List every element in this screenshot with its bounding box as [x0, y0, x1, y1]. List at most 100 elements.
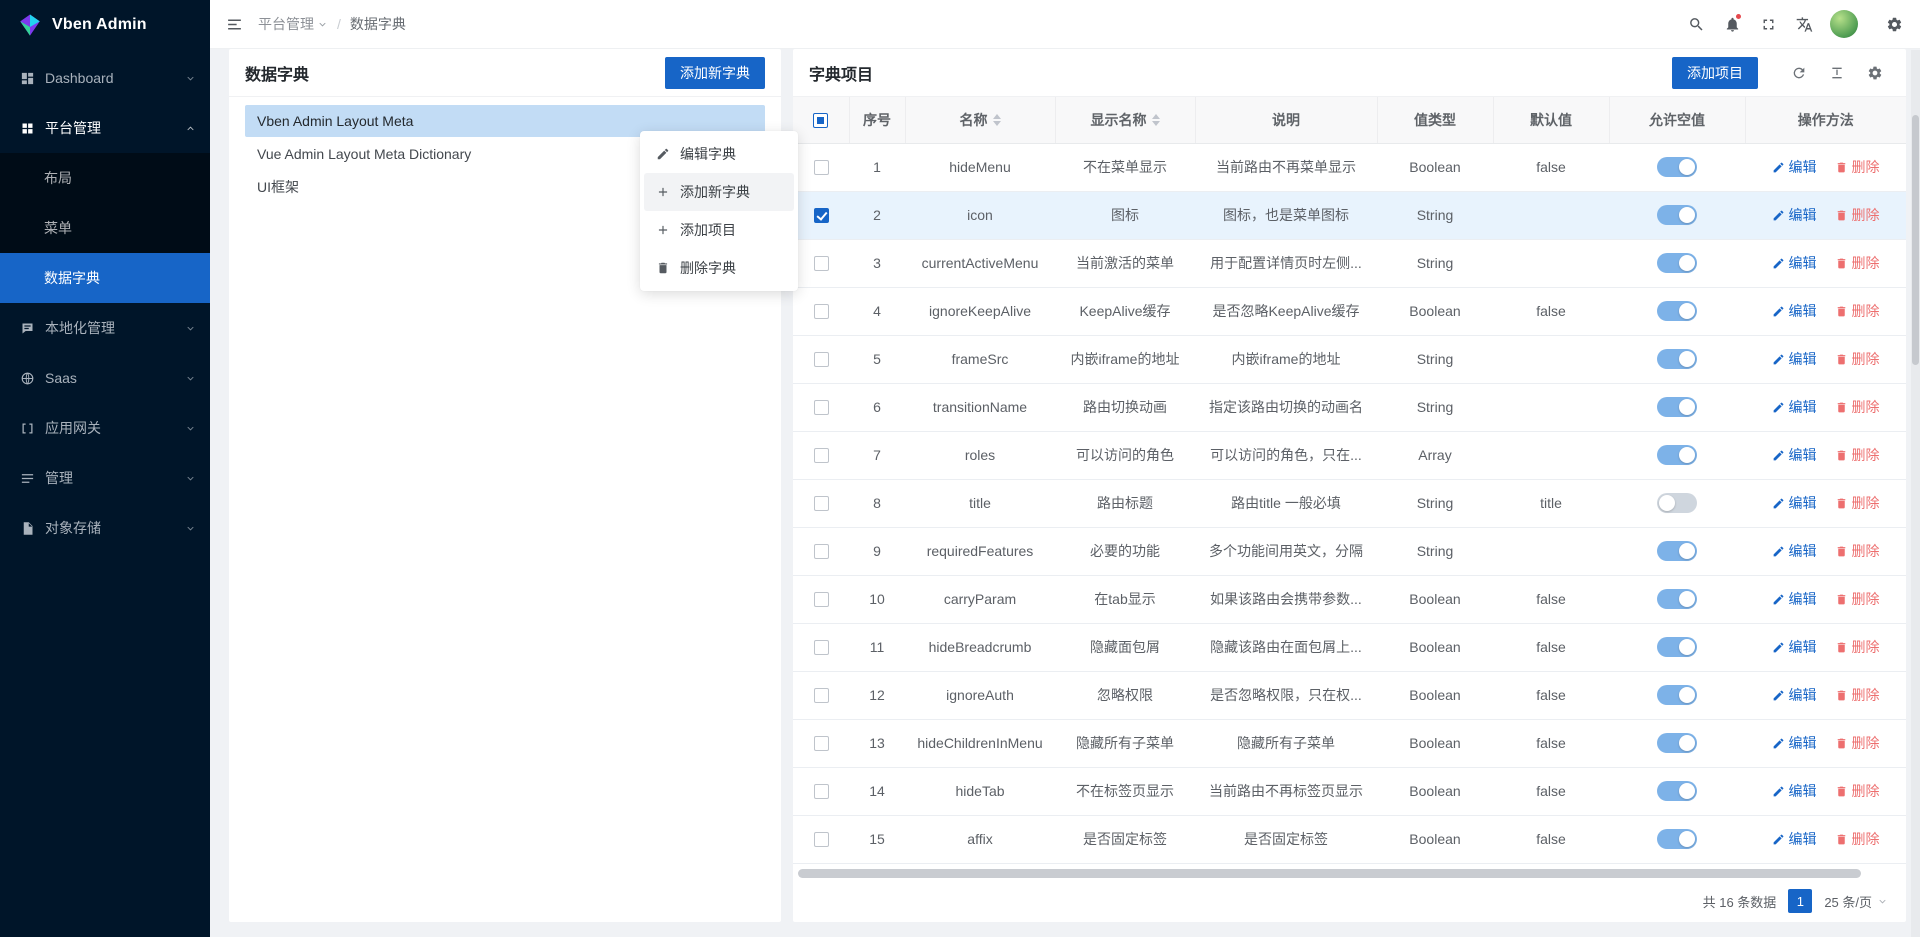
sort-desc-icon[interactable]	[1152, 121, 1160, 126]
row-checkbox[interactable]	[814, 784, 829, 799]
row-checkbox[interactable]	[814, 592, 829, 607]
select-all-checkbox[interactable]	[813, 113, 828, 128]
allow-null-toggle[interactable]	[1657, 829, 1697, 849]
row-checkbox-cell[interactable]	[793, 335, 849, 383]
allow-null-toggle[interactable]	[1657, 349, 1697, 369]
row-height-button[interactable]	[1822, 58, 1852, 88]
row-checkbox-cell[interactable]	[793, 287, 849, 335]
delete-row-button[interactable]: 删除	[1835, 397, 1880, 417]
row-checkbox[interactable]	[814, 544, 829, 559]
sort-control[interactable]	[993, 114, 1001, 126]
row-checkbox-cell[interactable]	[793, 239, 849, 287]
row-checkbox-cell[interactable]	[793, 431, 849, 479]
sidebar-item-platform[interactable]: 平台管理	[0, 103, 210, 153]
delete-row-button[interactable]: 删除	[1835, 829, 1880, 849]
breadcrumb-item[interactable]: 数据字典	[350, 14, 406, 34]
delete-row-button[interactable]: 删除	[1835, 157, 1880, 177]
edit-row-button[interactable]: 编辑	[1772, 781, 1817, 801]
row-checkbox-cell[interactable]	[793, 479, 849, 527]
sidebar-item-gateway[interactable]: 应用网关	[0, 403, 210, 453]
sidebar-item-saas[interactable]: Saas	[0, 353, 210, 403]
row-checkbox[interactable]	[814, 208, 829, 223]
column-settings-button[interactable]	[1860, 58, 1890, 88]
pagination-page-button[interactable]: 1	[1788, 889, 1812, 913]
sort-desc-icon[interactable]	[993, 121, 1001, 126]
context-menu-item-delete-dictionary[interactable]: 删除字典	[644, 249, 794, 287]
row-checkbox[interactable]	[814, 352, 829, 367]
row-checkbox-cell[interactable]	[793, 815, 849, 863]
sidebar-subitem-data-dictionary[interactable]: 数据字典	[0, 253, 210, 303]
context-menu-item-edit-dictionary[interactable]: 编辑字典	[644, 135, 794, 173]
allow-null-toggle[interactable]	[1657, 205, 1697, 225]
delete-row-button[interactable]: 删除	[1835, 637, 1880, 657]
app-logo[interactable]: Vben Admin	[0, 0, 210, 49]
horizontal-scrollbar-thumb[interactable]	[798, 869, 1861, 878]
notifications-button[interactable]	[1714, 0, 1750, 48]
edit-row-button[interactable]: 编辑	[1772, 253, 1817, 273]
add-dictionary-button[interactable]: 添加新字典	[665, 57, 765, 89]
row-checkbox[interactable]	[814, 448, 829, 463]
row-checkbox[interactable]	[814, 304, 829, 319]
allow-null-toggle[interactable]	[1657, 685, 1697, 705]
delete-row-button[interactable]: 删除	[1835, 589, 1880, 609]
edit-row-button[interactable]: 编辑	[1772, 301, 1817, 321]
refresh-button[interactable]	[1784, 58, 1814, 88]
sidebar-subitem-layout[interactable]: 布局	[0, 153, 210, 203]
search-button[interactable]	[1678, 0, 1714, 48]
delete-row-button[interactable]: 删除	[1835, 301, 1880, 321]
sidebar-item-management[interactable]: 管理	[0, 453, 210, 503]
row-checkbox[interactable]	[814, 736, 829, 751]
settings-button[interactable]	[1876, 0, 1912, 48]
edit-row-button[interactable]: 编辑	[1772, 637, 1817, 657]
delete-row-button[interactable]: 删除	[1835, 685, 1880, 705]
row-checkbox-cell[interactable]	[793, 575, 849, 623]
breadcrumb-item[interactable]: 平台管理	[258, 14, 328, 34]
page-size-select[interactable]: 25 条/页	[1824, 892, 1888, 911]
edit-row-button[interactable]: 编辑	[1772, 445, 1817, 465]
row-checkbox-cell[interactable]	[793, 527, 849, 575]
allow-null-toggle[interactable]	[1657, 781, 1697, 801]
edit-row-button[interactable]: 编辑	[1772, 349, 1817, 369]
row-checkbox[interactable]	[814, 832, 829, 847]
delete-row-button[interactable]: 删除	[1835, 349, 1880, 369]
edit-row-button[interactable]: 编辑	[1772, 589, 1817, 609]
context-menu-item-add-item[interactable]: 添加项目	[644, 211, 794, 249]
delete-row-button[interactable]: 删除	[1835, 733, 1880, 753]
allow-null-toggle[interactable]	[1657, 301, 1697, 321]
row-checkbox[interactable]	[814, 160, 829, 175]
row-checkbox[interactable]	[814, 688, 829, 703]
delete-row-button[interactable]: 删除	[1835, 205, 1880, 225]
row-checkbox[interactable]	[814, 256, 829, 271]
edit-row-button[interactable]: 编辑	[1772, 541, 1817, 561]
row-checkbox[interactable]	[814, 496, 829, 511]
edit-row-button[interactable]: 编辑	[1772, 685, 1817, 705]
allow-null-toggle[interactable]	[1657, 157, 1697, 177]
context-menu-item-add-new-dictionary[interactable]: 添加新字典	[644, 173, 794, 211]
edit-row-button[interactable]: 编辑	[1772, 733, 1817, 753]
edit-row-button[interactable]: 编辑	[1772, 205, 1817, 225]
sort-asc-icon[interactable]	[1152, 114, 1160, 119]
row-checkbox[interactable]	[814, 400, 829, 415]
vertical-scrollbar-thumb[interactable]	[1912, 115, 1919, 365]
edit-row-button[interactable]: 编辑	[1772, 157, 1817, 177]
locale-button[interactable]	[1786, 0, 1822, 48]
allow-null-toggle[interactable]	[1657, 253, 1697, 273]
horizontal-scrollbar[interactable]	[796, 868, 1903, 879]
edit-row-button[interactable]: 编辑	[1772, 829, 1817, 849]
edit-row-button[interactable]: 编辑	[1772, 397, 1817, 417]
allow-null-toggle[interactable]	[1657, 397, 1697, 417]
sidebar-item-localization[interactable]: 本地化管理	[0, 303, 210, 353]
vertical-scrollbar[interactable]	[1911, 50, 1920, 937]
allow-null-toggle[interactable]	[1657, 637, 1697, 657]
delete-row-button[interactable]: 删除	[1835, 541, 1880, 561]
row-checkbox-cell[interactable]	[793, 767, 849, 815]
row-checkbox-cell[interactable]	[793, 623, 849, 671]
add-item-button[interactable]: 添加项目	[1672, 57, 1758, 89]
row-checkbox-cell[interactable]	[793, 143, 849, 191]
sidebar-fold-button[interactable]	[216, 0, 252, 48]
delete-row-button[interactable]: 删除	[1835, 253, 1880, 273]
sort-asc-icon[interactable]	[993, 114, 1001, 119]
allow-null-toggle[interactable]	[1657, 493, 1697, 513]
edit-row-button[interactable]: 编辑	[1772, 493, 1817, 513]
select-all-header[interactable]	[793, 97, 849, 143]
